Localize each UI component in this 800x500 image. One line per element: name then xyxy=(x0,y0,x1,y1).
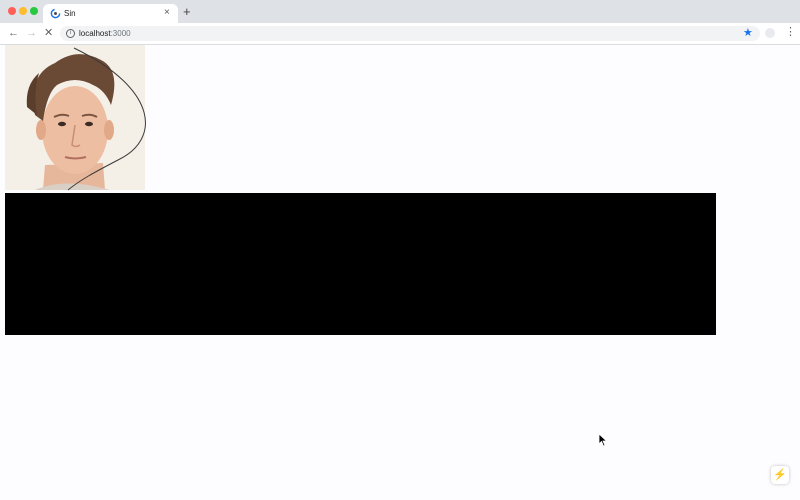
black-canvas-block xyxy=(5,193,716,335)
mouse-pointer-icon xyxy=(598,433,608,447)
lightning-bolt-icon[interactable]: ⚡ xyxy=(771,466,789,484)
